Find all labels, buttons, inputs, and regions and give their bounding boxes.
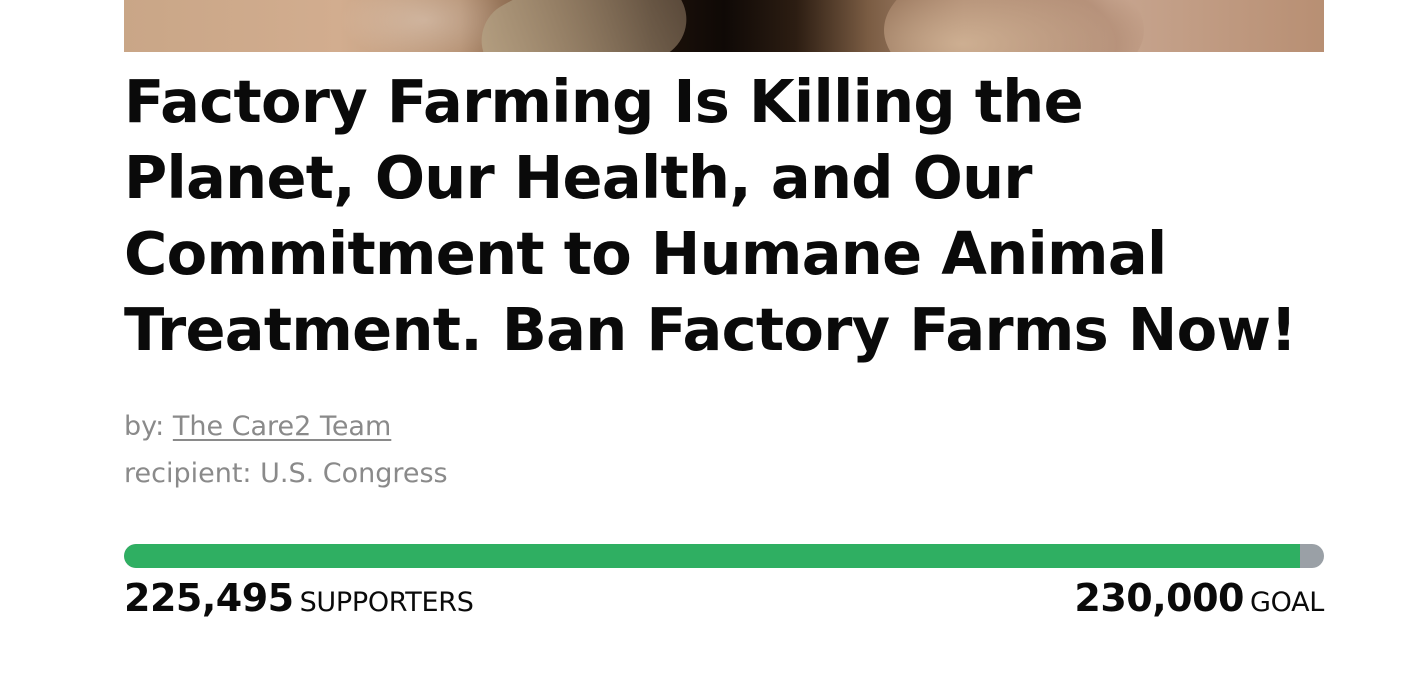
author-prefix: by: [124,411,165,442]
recipient-line: recipient: U.S. Congress [124,458,448,489]
petition-page: Factory Farming Is Killing the Planet, O… [0,0,1404,692]
progress-bar [124,544,1324,568]
petition-title: Factory Farming Is Killing the Planet, O… [124,67,1297,364]
supporters-label: SUPPORTERS [299,587,474,618]
goal-label: GOAL [1249,587,1324,618]
hero-image [124,0,1324,52]
goal-number: 230,000 [1074,576,1244,620]
supporters-number: 225,495 [124,576,294,620]
supporters-count: 225,495 SUPPORTERS [124,576,474,628]
goal-count: 230,000 GOAL [1074,576,1324,628]
author-line: by: The Care2 Team [124,409,924,445]
progress-fill [124,544,1300,568]
author-link[interactable]: The Care2 Team [173,411,391,442]
